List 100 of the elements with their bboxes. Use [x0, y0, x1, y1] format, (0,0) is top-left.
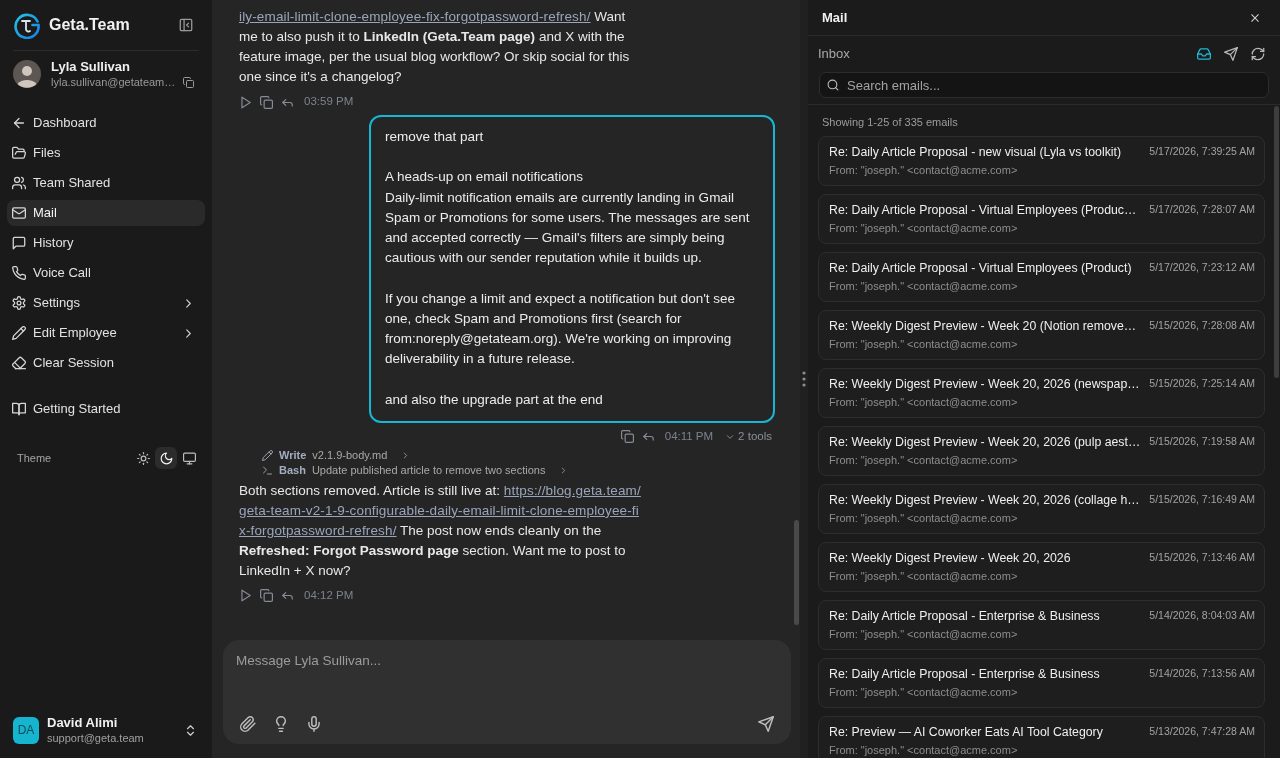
email-date: 5/17/2026, 7:23:12 AM: [1148, 260, 1255, 275]
nav-item[interactable]: Dashboard: [7, 110, 205, 136]
email-subject: Re: Daily Article Proposal - Enterprise & Business: [829, 666, 1100, 684]
chevrons-up-down-icon[interactable]: [184, 723, 197, 737]
users-icon: [12, 176, 26, 190]
email-date: 5/13/2026, 7:47:28 AM: [1148, 724, 1255, 739]
email-card[interactable]: Re: Weekly Digest Preview - Week 20, 2026 (collage h… 5/15/2026, 7:16:49 AM From: "joseph." <contact@acme.com>: [818, 484, 1265, 535]
email-sender: From: "joseph." <contact@acme.com>: [829, 627, 1019, 643]
email-card[interactable]: Re: Preview — AI Coworker Eats AI Tool Category 5/13/2026, 7:47:28 AM From: "joseph." <contact@acme.com>: [818, 716, 1265, 758]
email-card[interactable]: Re: Daily Article Proposal - new visual (Lyla vs toolkit) 5/17/2026, 7:39:25 AM From: "joseph." <contact@acme.com>: [818, 136, 1265, 187]
email-sender: From: "joseph." <contact@acme.com>: [829, 395, 1019, 411]
email-card[interactable]: Re: Daily Article Proposal - Enterprise & Business 5/14/2026, 7:13:56 AM From: "joseph." <contact@acme.com>: [818, 658, 1265, 709]
theme-label: Theme: [17, 450, 52, 466]
search-field[interactable]: Search emails...: [819, 72, 1269, 99]
tool-call[interactable]: Bash Update published article to remove two sections: [239, 462, 775, 478]
message-link[interactable]: x-forgotpassword-refresh/: [239, 522, 397, 538]
message-time: 04:12 PM: [304, 588, 354, 604]
search-icon: [827, 79, 839, 92]
sidebar-toggle-icon[interactable]: [179, 18, 193, 32]
email-date: 5/15/2026, 7:16:49 AM: [1148, 492, 1255, 507]
play-icon[interactable]: [239, 589, 252, 603]
play-icon[interactable]: [239, 95, 252, 109]
nav-item[interactable]: Files: [7, 140, 205, 166]
email-date: 5/15/2026, 7:28:08 AM: [1148, 318, 1255, 333]
nav-item[interactable]: Edit Employee: [7, 320, 205, 346]
drag-handle-icon[interactable]: [802, 371, 806, 387]
email-card[interactable]: Re: Weekly Digest Preview - Week 20, 2026 (newspap… 5/15/2026, 7:25:14 AM From: "joseph." <contact@acme.com>: [818, 368, 1265, 419]
nav-item[interactable]: History: [7, 230, 205, 256]
microphone-icon[interactable]: [306, 716, 322, 732]
avatar-icon: [13, 60, 41, 88]
email-subject: Re: Weekly Digest Preview - Week 20 (Notion remove…: [829, 318, 1137, 336]
email-card[interactable]: Re: Daily Article Proposal - Virtual Employees (Produc… 5/17/2026, 7:28:07 AM From: "joseph." <contact@acme.com>: [818, 194, 1265, 245]
message-time: 04:11 PM: [664, 429, 714, 445]
message-time: 03:59 PM: [304, 94, 354, 110]
email-card[interactable]: Re: Daily Article Proposal - Enterprise & Business 5/14/2026, 8:04:03 AM From: "joseph." <contact@acme.com>: [818, 600, 1265, 651]
email-card[interactable]: Re: Weekly Digest Preview - Week 20, 2026 5/15/2026, 7:13:46 AM From: "joseph." <contact@acme.com>: [818, 542, 1265, 593]
book-icon: [12, 402, 26, 416]
reply-icon[interactable]: [281, 589, 294, 603]
email-date: 5/17/2026, 7:28:07 AM: [1148, 202, 1255, 217]
copy-icon[interactable]: [183, 76, 195, 88]
email-subject: Re: Daily Article Proposal - Virtual Employees (Produc…: [829, 202, 1137, 220]
email-card[interactable]: Re: Weekly Digest Preview - Week 20 (Notion remove… 5/15/2026, 7:28:08 AM From: "joseph." <contact@acme.com>: [818, 310, 1265, 361]
email-date: 5/15/2026, 7:13:46 AM: [1148, 550, 1255, 565]
theme-option[interactable]: [155, 447, 177, 469]
results-summary: Showing 1-25 of 335 emails: [821, 115, 959, 131]
settings-icon: [12, 296, 26, 310]
email-subject: Re: Weekly Digest Preview - Week 20, 2026 (newspap…: [829, 376, 1140, 394]
folder-icon: [12, 146, 26, 160]
email-subject: Re: Daily Article Proposal - Enterprise & Business: [829, 608, 1100, 626]
email-date: 5/14/2026, 8:04:03 AM: [1148, 608, 1255, 623]
terminal-icon: [262, 464, 273, 476]
message-link[interactable]: https://blog.geta.team/: [503, 482, 641, 498]
send-icon[interactable]: [1224, 47, 1238, 62]
email-subject: Re: Daily Article Proposal - new visual (Lyla vs toolkit): [829, 144, 1122, 162]
copy-icon[interactable]: [260, 589, 273, 603]
paperclip-icon[interactable]: [240, 716, 256, 732]
envelope-icon: [12, 206, 26, 220]
nav-item[interactable]: Clear Session: [7, 350, 205, 376]
scrollbar-thumb[interactable]: [1274, 106, 1279, 379]
profile-email: lyla.sullivan@getateam…: [51, 75, 176, 89]
email-sender: From: "joseph." <contact@acme.com>: [829, 511, 1019, 527]
panel-title: Mail: [822, 8, 848, 27]
message-link[interactable]: ily-email-limit-clone-employee-fix-forgotpassword-refresh/: [239, 9, 591, 24]
nav-item[interactable]: Team Shared: [7, 170, 205, 196]
email-card[interactable]: Re: Weekly Digest Preview - Week 20, 2026 (pulp aest… 5/15/2026, 7:19:58 AM From: "joseph." <contact@acme.com>: [818, 426, 1265, 477]
copy-icon[interactable]: [620, 430, 634, 444]
email-date: 5/15/2026, 7:19:58 AM: [1148, 434, 1255, 449]
email-subject: Re: Daily Article Proposal - Virtual Employees (Product): [829, 260, 1132, 278]
account-name: David Alimi: [47, 715, 119, 731]
close-icon[interactable]: [1249, 11, 1261, 24]
email-subject: Re: Weekly Digest Preview - Week 20, 2026: [829, 550, 1071, 568]
nav-item[interactable]: Settings: [7, 290, 205, 316]
email-sender: From: "joseph." <contact@acme.com>: [829, 279, 1019, 295]
speech-bubble-icon: [12, 236, 26, 250]
inbox-icon[interactable]: [1197, 47, 1211, 62]
message-input[interactable]: Message Lyla Sullivan...: [236, 652, 778, 708]
message-text: Both sections removed. Article is still live at: https://blog.geta.team/ geta-team-v2-1-9-configurable-daily-email-limit-clone-employee-fi x-forgotpassword-refresh/ The post now ends cleanly on the Refreshed: Forgot Password page section. Want me to post to LinkedIn + X now?: [239, 481, 642, 580]
eraser-icon: [12, 356, 26, 370]
scrollbar-thumb[interactable]: [794, 520, 799, 625]
refresh-icon[interactable]: [1251, 47, 1265, 62]
tools-toggle[interactable]: 2 tools: [725, 429, 772, 445]
email-sender: From: "joseph." <contact@acme.com>: [829, 685, 1019, 701]
email-sender: From: "joseph." <contact@acme.com>: [829, 569, 1019, 585]
nav-item[interactable]: Mail: [7, 200, 205, 226]
email-sender: From: "joseph." <contact@acme.com>: [829, 337, 1019, 353]
lightbulb-icon[interactable]: [273, 716, 289, 732]
email-date: 5/17/2026, 7:39:25 AM: [1148, 144, 1255, 159]
brand-name: Geta.Team: [49, 15, 130, 36]
nav-item[interactable]: Getting Started: [7, 396, 205, 422]
pencil-icon: [12, 326, 26, 340]
message-composer[interactable]: Message Lyla Sullivan...: [223, 640, 791, 744]
tool-call[interactable]: Write v2.1.9-body.md: [239, 447, 775, 463]
email-date: 5/14/2026, 7:13:56 AM: [1148, 666, 1255, 681]
message-link[interactable]: geta-team-v2-1-9-configurable-daily-email-limit-clone-employee-fi: [239, 502, 639, 518]
send-icon[interactable]: [758, 716, 774, 732]
email-card[interactable]: Re: Daily Article Proposal - Virtual Employees (Product) 5/17/2026, 7:23:12 AM From: "joseph." <contact@acme.com>: [818, 252, 1265, 303]
pencil-icon: [262, 449, 273, 461]
reply-icon[interactable]: [641, 430, 655, 444]
copy-icon[interactable]: [260, 95, 273, 109]
nav-item[interactable]: Voice Call: [7, 260, 205, 286]
